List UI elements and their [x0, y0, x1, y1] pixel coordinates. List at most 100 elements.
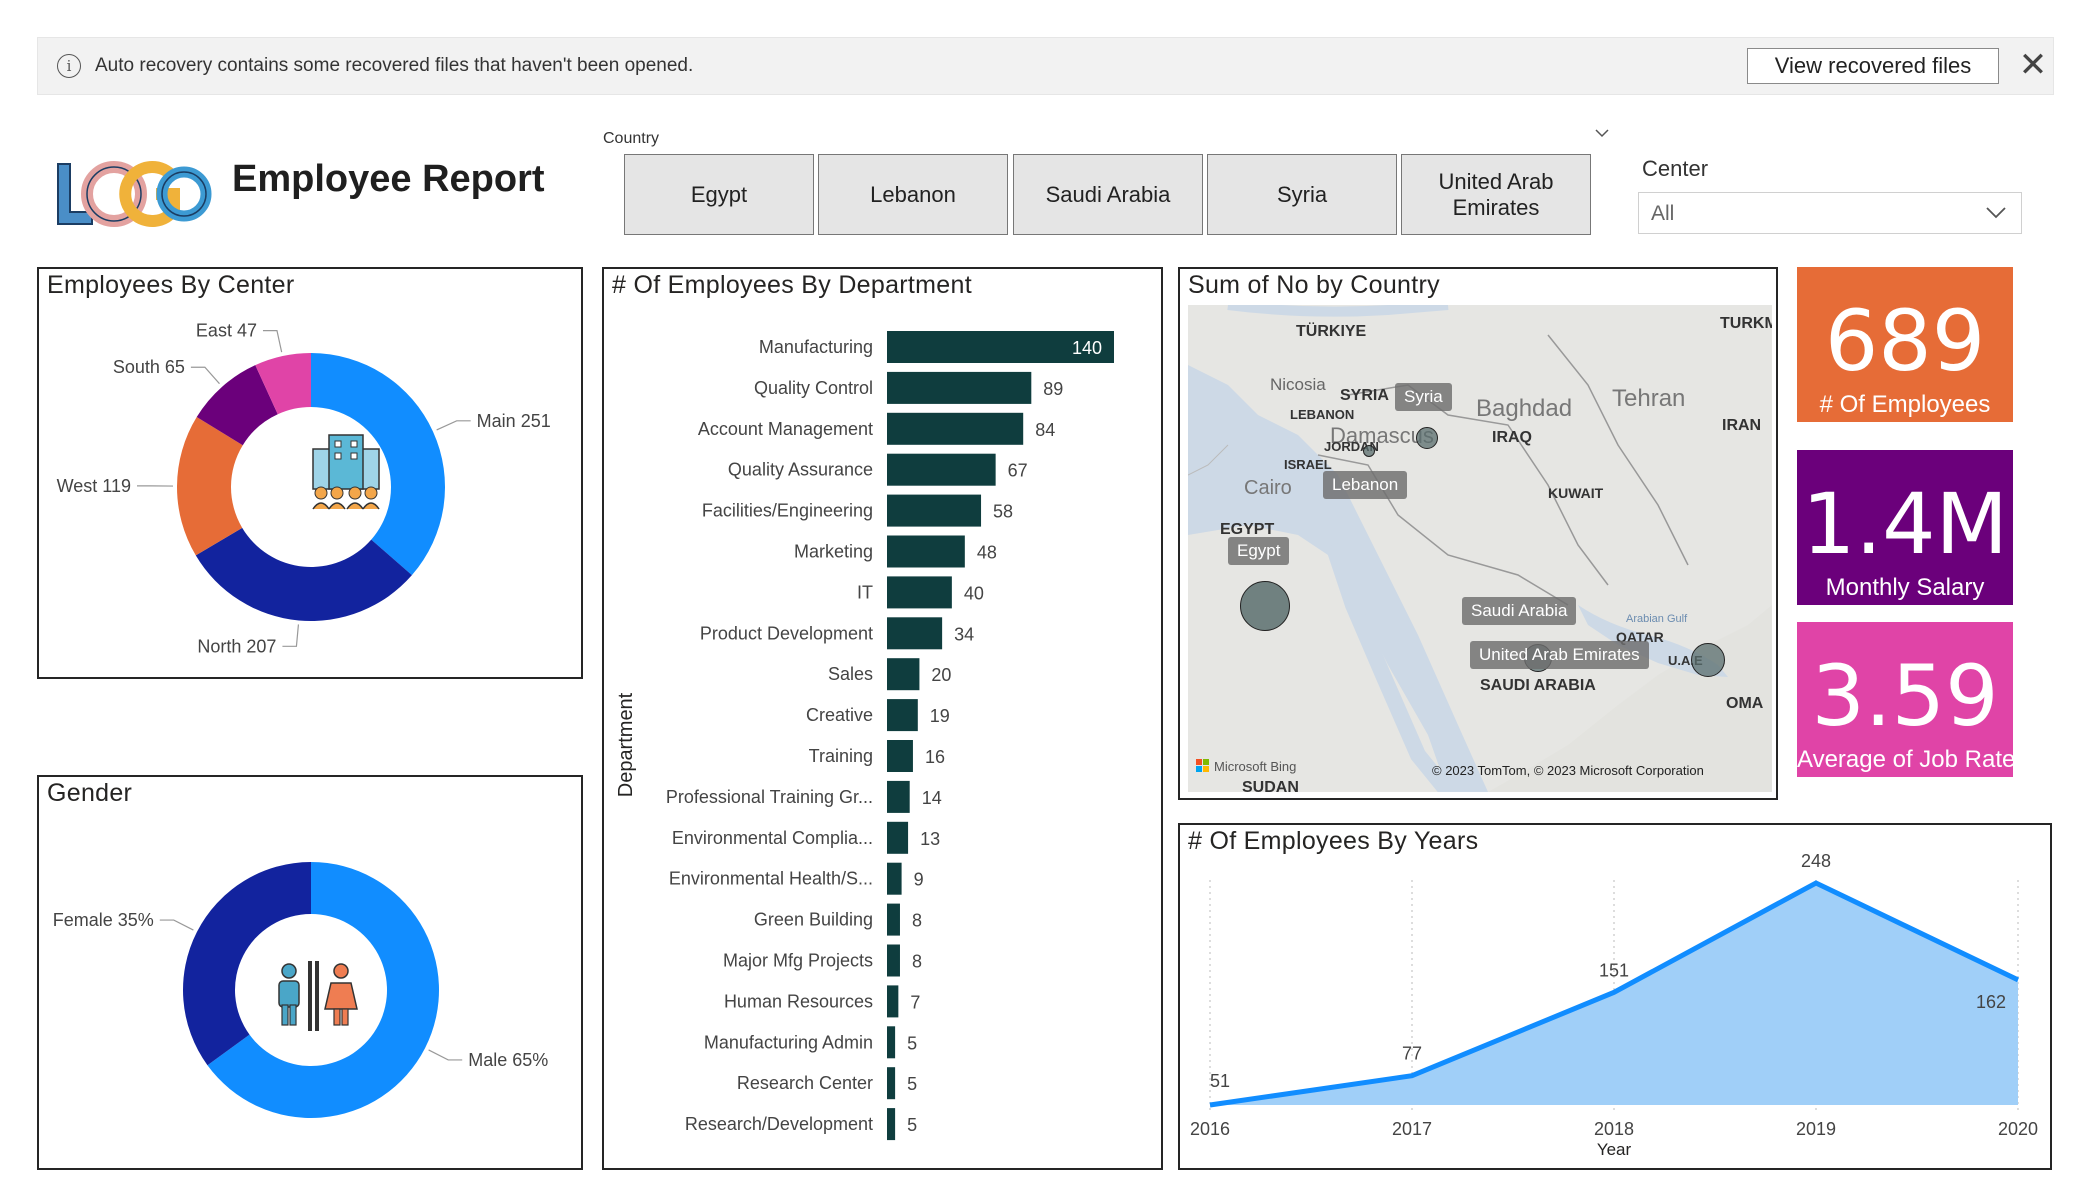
bar[interactable] — [887, 944, 900, 977]
map-label-baghdad: Baghdad — [1476, 395, 1573, 422]
map-label-israel: ISRAEL — [1284, 457, 1332, 472]
map-label-cairo: Cairo — [1244, 477, 1292, 499]
country-button-syria[interactable]: Syria — [1207, 154, 1397, 235]
bar[interactable] — [887, 617, 943, 650]
gender-icon — [278, 961, 358, 1031]
leader-line — [282, 624, 300, 647]
data-label: 51 — [1210, 1071, 1230, 1091]
map-label-kuwait: KUWAIT — [1548, 485, 1604, 501]
data-label: 140 — [1072, 338, 1102, 358]
data-label: 248 — [1801, 851, 1831, 871]
center-dropdown-value: All — [1651, 202, 1675, 225]
kpi-value: 689 — [1824, 292, 1986, 390]
data-label: 40 — [964, 583, 984, 603]
map-bubble-syria[interactable] — [1416, 427, 1438, 449]
data-label: 58 — [993, 502, 1013, 522]
country-button-lebanon[interactable]: Lebanon — [818, 154, 1008, 235]
category-label: Quality Assurance — [728, 460, 873, 480]
bar[interactable] — [887, 494, 982, 527]
data-label: 77 — [1402, 1044, 1422, 1064]
category-label: Research Center — [737, 1073, 873, 1093]
employees-by-department-panel: # Of Employees By Department Department … — [602, 267, 1163, 1170]
data-label: 34 — [954, 624, 974, 644]
slice-label: Female 35% — [53, 910, 154, 930]
bar[interactable] — [887, 740, 913, 772]
leader-line — [428, 1049, 463, 1061]
data-label: 151 — [1599, 960, 1629, 980]
center-dropdown[interactable]: All — [1638, 192, 2022, 234]
map-label-tehran: Tehran — [1612, 385, 1686, 412]
category-label: Marketing — [794, 542, 873, 562]
category-label: Research/Development — [685, 1114, 873, 1134]
category-label: Facilities/Engineering — [702, 501, 873, 521]
slice-label: Male 65% — [468, 1050, 548, 1070]
map[interactable]: TÜRKIYE TURKMEN Nicosia SYRIA LEBANON Da… — [1188, 305, 1772, 792]
bar[interactable] — [887, 985, 899, 1018]
map-label-turkmen: TURKMEN — [1720, 315, 1772, 332]
data-label: 84 — [1035, 420, 1055, 440]
chevron-down-icon[interactable] — [1594, 125, 1610, 141]
bar[interactable] — [887, 658, 920, 691]
map-tag-saudi-arabia: Saudi Arabia — [1462, 597, 1577, 625]
bar[interactable] — [887, 1067, 896, 1100]
category-label: Manufacturing Admin — [704, 1032, 873, 1052]
bar[interactable] — [887, 576, 952, 609]
map-label-nicosia: Nicosia — [1270, 375, 1326, 394]
country-button-egypt[interactable]: Egypt — [624, 154, 814, 235]
map-bing-attribution: Microsoft Bing — [1214, 759, 1297, 774]
slice-female[interactable] — [183, 862, 311, 1066]
panel-title: Sum of No by Country — [1188, 271, 1440, 299]
bar[interactable] — [887, 1108, 896, 1141]
category-label: Major Mfg Projects — [723, 951, 873, 971]
employees-by-center-chart: Main 251 North 207 West 119 South 65 East 47 — [57, 321, 551, 657]
bar[interactable] — [887, 1026, 896, 1059]
leader-line — [190, 366, 220, 385]
bar[interactable] — [887, 821, 909, 854]
map-label-syria: SYRIA — [1340, 387, 1389, 404]
country-button-saudi-arabia[interactable]: Saudi Arabia — [1013, 154, 1203, 235]
bar[interactable] — [887, 535, 965, 568]
map-bubble-egypt[interactable] — [1240, 581, 1290, 631]
employees-by-years-chart: 2016 2017 2018 2019 2020 51 77 151 248 162 Year — [1190, 851, 2038, 1159]
category-label: Professional Training Gr... — [666, 787, 873, 807]
country-button-uae[interactable]: United Arab Emirates — [1401, 154, 1591, 235]
data-label: 67 — [1008, 461, 1028, 481]
data-label: 5 — [907, 1033, 917, 1053]
category-label: Creative — [806, 705, 873, 725]
category-label: Green Building — [754, 910, 873, 930]
building-people-icon — [312, 434, 380, 510]
map-bubble-uae[interactable] — [1691, 643, 1725, 677]
data-label: 16 — [925, 747, 945, 767]
bar[interactable] — [887, 412, 1024, 445]
category-label: Quality Control — [754, 378, 873, 398]
data-label: 8 — [912, 952, 922, 972]
employees-by-center-panel: Employees By Center Main 251 North 207 Wes… — [37, 267, 583, 679]
data-label: 5 — [907, 1115, 917, 1135]
kpi-employees-card: 689 # Of Employees — [1797, 267, 2013, 422]
map-tag-lebanon: Lebanon — [1323, 471, 1408, 499]
bar[interactable] — [887, 780, 910, 813]
kpi-label: Average of Job Rate — [1797, 746, 2013, 773]
category-label: Account Management — [698, 419, 873, 439]
view-recovered-files-button[interactable]: View recovered files — [1747, 48, 1999, 84]
map-tag-uae: United Arab Emirates — [1470, 641, 1649, 669]
bar[interactable] — [887, 862, 902, 895]
notification-bar: i Auto recovery contains some recovered … — [37, 37, 2054, 95]
logo — [57, 161, 212, 227]
bar[interactable] — [887, 903, 900, 936]
category-label: IT — [857, 582, 873, 602]
category-label: Sales — [828, 664, 873, 684]
category-label: Environmental Health/S... — [669, 869, 873, 889]
close-icon[interactable]: ✕ — [2016, 46, 2050, 84]
x-tick-label: 2019 — [1796, 1119, 1836, 1139]
page-title: Employee Report — [232, 158, 545, 200]
map-label-sudan: SUDAN — [1242, 779, 1299, 792]
bar[interactable] — [887, 371, 1032, 404]
kpi-label: # Of Employees — [1819, 391, 1991, 418]
bar[interactable] — [887, 453, 996, 486]
data-label: 9 — [914, 870, 924, 890]
map-bubble-lebanon[interactable] — [1363, 445, 1375, 457]
y-axis-label: Department — [615, 692, 637, 797]
bar[interactable] — [887, 699, 918, 732]
category-label: Manufacturing — [759, 337, 873, 357]
